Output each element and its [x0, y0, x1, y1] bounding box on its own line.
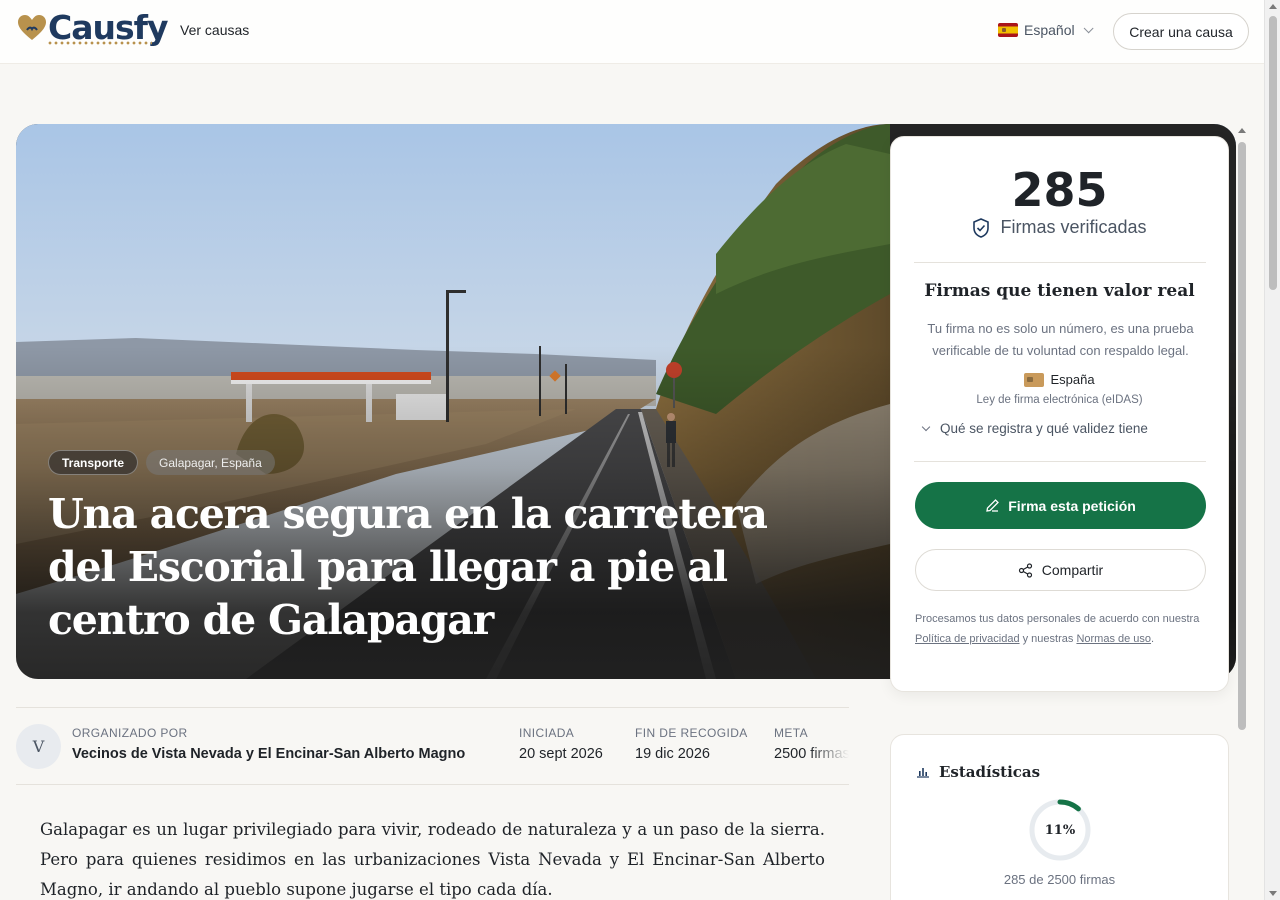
chevron-down-icon	[1083, 22, 1094, 33]
legal-text: y nuestras	[1022, 632, 1074, 645]
pencil-icon	[986, 499, 1000, 512]
location-tag[interactable]: Galapagar, España	[146, 450, 275, 475]
organizer-label: ORGANIZADO POR	[72, 726, 188, 740]
create-cause-button[interactable]: Crear una causa	[1113, 13, 1249, 50]
end-date: 19 dic 2026	[635, 746, 710, 762]
avatar[interactable]: V	[16, 724, 61, 769]
logo-dots	[47, 41, 152, 45]
nav-ver-causas[interactable]: Ver causas	[180, 22, 249, 38]
bar-chart-icon	[917, 768, 929, 778]
category-tag[interactable]: Transporte	[48, 450, 139, 475]
country-label: España	[1050, 372, 1095, 387]
card-divider	[914, 461, 1206, 462]
card-description: Tu firma no es solo un número, es una pr…	[927, 321, 1194, 358]
card-heading: Firmas que tienen valor real	[924, 281, 1195, 301]
terms-link[interactable]: Normas de uso	[1076, 633, 1151, 645]
window-scrollbar[interactable]	[1264, 0, 1280, 900]
law-label: Ley de firma electrónica (eIDAS)	[976, 394, 1143, 406]
shield-check-icon	[973, 217, 990, 238]
sign-petition-button[interactable]: Firma esta petición	[915, 482, 1206, 529]
signature-card: 285 Firmas verificadas Firmas que tienen…	[890, 136, 1229, 692]
signature-count: 285	[1011, 163, 1108, 217]
share-icon	[1018, 562, 1032, 578]
language-selector[interactable]: Español	[998, 22, 1094, 38]
started-label: INICIADA	[519, 726, 575, 740]
organizer-name[interactable]: Vecinos de Vista Nevada y El Encinar-San…	[72, 746, 465, 762]
logo[interactable]: Causfy	[17, 11, 168, 44]
page-title: Una acera segura en la carretera del Esc…	[48, 490, 768, 644]
legal-text: Procesamos tus datos personales de acuer…	[915, 613, 1200, 625]
goal-label: META	[774, 726, 809, 740]
logo-text: Causfy	[48, 8, 168, 47]
verified-label: Firmas verificadas	[1000, 217, 1147, 237]
scroll-down-icon[interactable]	[1269, 891, 1277, 896]
scroll-up-icon[interactable]	[1238, 128, 1246, 133]
progress-percent: 11%	[1044, 822, 1076, 838]
legal-text: .	[1151, 632, 1155, 645]
country-row: España	[891, 372, 1228, 387]
details-toggle[interactable]: Qué se registra y qué validez tiene	[921, 421, 1148, 436]
petition-meta: V ORGANIZADO POR Vecinos de Vista Nevada…	[16, 707, 849, 785]
content-scrollbar[interactable]	[1237, 128, 1247, 900]
meta-fade	[809, 708, 849, 784]
share-button[interactable]: Compartir	[915, 549, 1206, 591]
stats-heading: Estadísticas	[939, 763, 1041, 781]
end-label: FIN DE RECOGIDA	[635, 726, 748, 740]
privacy-policy-link[interactable]: Política de privacidad	[915, 633, 1020, 645]
verified-label-row: Firmas verificadas	[891, 217, 1228, 238]
spain-flag-icon	[998, 23, 1018, 37]
details-toggle-label: Qué se registra y qué validez tiene	[940, 421, 1148, 436]
started-date: 20 sept 2026	[519, 746, 603, 762]
language-label: Español	[1024, 22, 1075, 38]
legal-notice: Procesamos tus datos personales de acuer…	[915, 610, 1207, 649]
share-button-label: Compartir	[1041, 562, 1104, 578]
petition-body: Galapagar es un lugar privilegiado para …	[40, 820, 825, 899]
chevron-down-icon	[921, 422, 931, 432]
stats-summary: 285 de 2500 firmas	[1003, 872, 1116, 887]
sign-button-label: Firma esta petición	[1008, 497, 1136, 514]
stats-heading-row: Estadísticas	[916, 763, 1040, 781]
stats-card: Estadísticas 11% 285 de 2500 firmas	[890, 734, 1229, 900]
card-divider	[914, 262, 1206, 263]
hero-tags: Transporte Galapagar, España	[48, 450, 275, 475]
id-card-icon	[1024, 372, 1045, 387]
scrollbar-thumb[interactable]	[1269, 16, 1277, 290]
heart-icon	[18, 14, 46, 40]
scrollbar-thumb[interactable]	[1238, 142, 1246, 730]
scroll-up-icon[interactable]	[1269, 4, 1277, 9]
site-header: Causfy Ver causas Español Crear una caus…	[0, 0, 1264, 64]
